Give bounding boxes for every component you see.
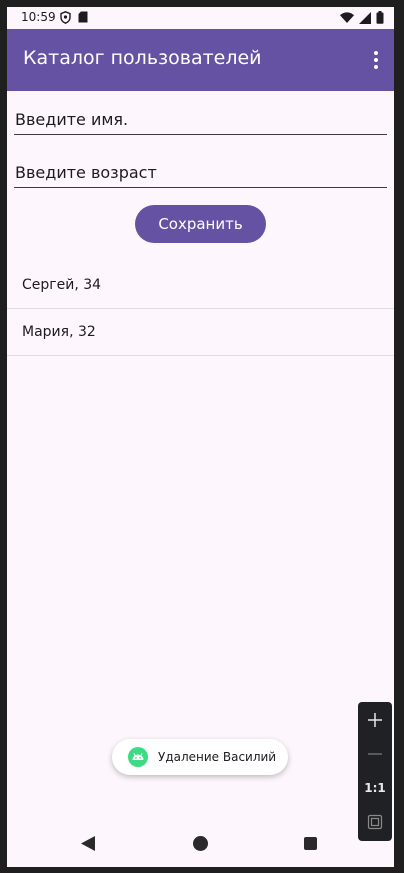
plus-icon [368, 713, 382, 727]
zoom-panel: 1:1 [358, 702, 392, 841]
home-icon[interactable] [193, 836, 208, 851]
zoom-fit-button[interactable] [358, 810, 392, 834]
recents-icon[interactable] [304, 837, 317, 850]
android-icon [128, 747, 148, 767]
fit-screen-icon [367, 814, 383, 830]
shield-icon [60, 11, 71, 24]
name-input[interactable] [14, 104, 387, 135]
signal-icon [359, 11, 371, 24]
status-time: 10:59 [21, 10, 56, 24]
minus-icon [368, 753, 382, 755]
navigation-bar [7, 821, 394, 867]
toast-message: Удаление Василий [158, 750, 277, 764]
more-vert-icon[interactable] [364, 45, 388, 75]
zoom-out-button[interactable] [358, 742, 392, 766]
list-item[interactable]: Сергей, 34 [7, 262, 394, 309]
list-item[interactable]: Мария, 32 [7, 309, 394, 356]
battery-icon [376, 11, 384, 24]
save-button[interactable]: Сохранить [135, 205, 266, 243]
user-list: Сергей, 34 Мария, 32 [7, 262, 394, 356]
wifi-icon [340, 12, 354, 23]
age-input[interactable] [14, 157, 387, 188]
back-icon[interactable] [81, 836, 95, 851]
status-bar: 10:59 [7, 7, 394, 29]
zoom-in-button[interactable] [358, 708, 392, 732]
device-screen: 10:59 Каталог пользователей Введите имя.… [7, 7, 394, 867]
toast: Удаление Василий [112, 739, 288, 775]
app-title: Каталог пользователей [23, 47, 262, 69]
app-bar: Каталог пользователей [7, 29, 394, 91]
sd-card-icon [78, 11, 88, 23]
zoom-reset-button[interactable]: 1:1 [358, 776, 392, 800]
